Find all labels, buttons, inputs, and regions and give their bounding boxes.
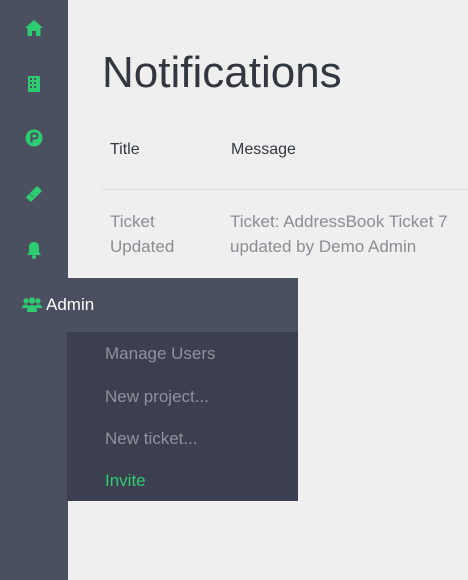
column-header-message[interactable]: Message	[231, 141, 296, 159]
menu-item-new-project[interactable]: New project...	[105, 387, 209, 407]
building-icon[interactable]	[0, 56, 68, 112]
column-header-title[interactable]: Title	[110, 141, 140, 159]
notification-message-cell: Ticket: AddressBook Ticket 7 updated by …	[230, 212, 448, 256]
bell-icon[interactable]	[0, 222, 68, 278]
users-icon	[22, 296, 42, 314]
sidebar-item-label: Admin	[46, 295, 95, 314]
parking-icon[interactable]	[0, 110, 68, 166]
menu-item-invite[interactable]: Invite	[105, 471, 146, 491]
home-icon[interactable]	[0, 0, 68, 56]
table-divider	[102, 189, 468, 190]
menu-item-new-ticket[interactable]: New ticket...	[105, 429, 198, 449]
ticket-icon[interactable]	[0, 166, 68, 222]
notification-title-cell: Ticket Updated	[110, 212, 175, 256]
menu-item-manage-users[interactable]: Manage Users	[105, 344, 216, 364]
sidebar-item-admin[interactable]: Admin	[0, 278, 298, 332]
page-title: Notifications	[102, 48, 342, 97]
admin-submenu: Manage Users New project... New ticket..…	[67, 332, 298, 501]
